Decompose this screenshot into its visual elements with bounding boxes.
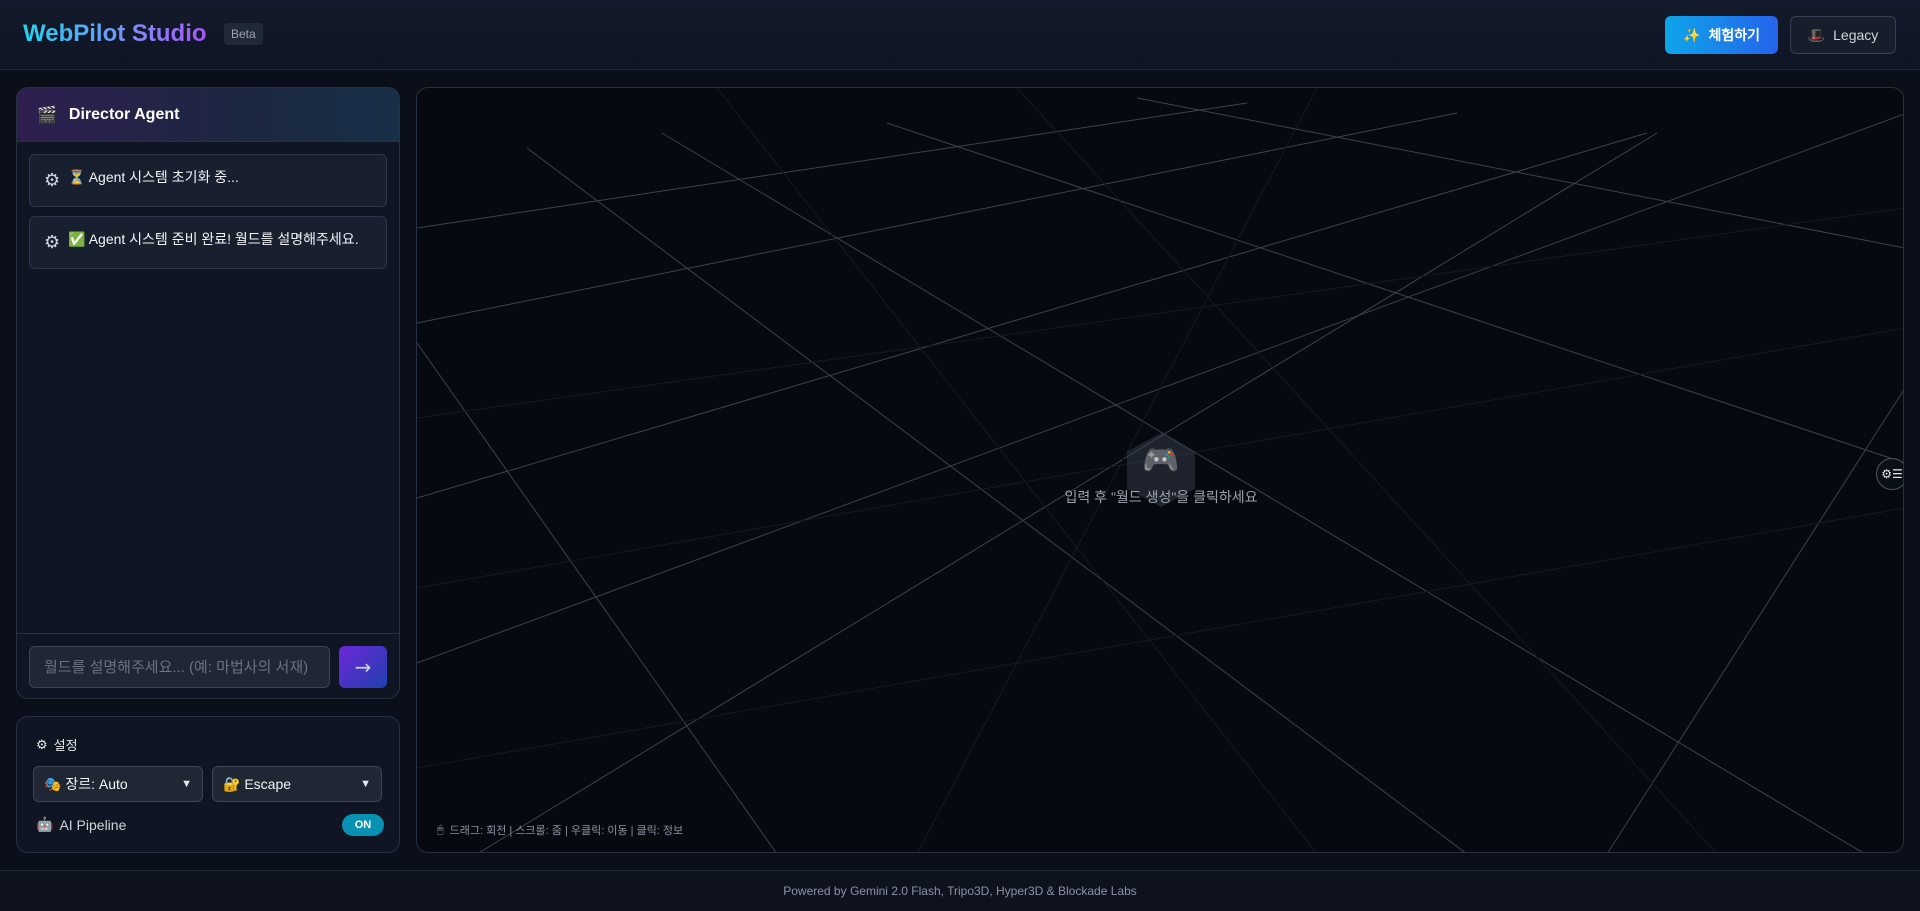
beta-badge: Beta [224, 23, 263, 45]
genre-select-value: 🎭 장르: Auto [44, 774, 128, 794]
app-header: WebPilot Studio Beta ✨ 체험하기 🎩 Legacy [0, 0, 1920, 70]
lock-key-icon: 🔐 [223, 775, 241, 792]
director-agent-panel: 🎬 Director Agent ⚙ ⏳ Agent 시스템 초기화 중... … [16, 87, 400, 699]
legacy-button-label: Legacy [1833, 27, 1879, 43]
theater-masks-icon: 🎭 [44, 776, 62, 792]
controls-hint-text: 드래그: 회전 | 스크롤: 줌 | 우클릭: 이동 | 클릭: 정보 [449, 825, 684, 837]
prompt-input-row: → [17, 633, 399, 698]
chevron-down-icon: ▼ [181, 778, 192, 790]
ai-pipeline-toggle[interactable]: ON [342, 814, 384, 836]
mode-select-label: Escape [244, 775, 292, 792]
world-viewport[interactable]: 🎮 입력 후 "월드 생성"을 클릭하세요 🖱 드래그: 회전 | 스크롤: 줌… [416, 87, 1904, 853]
sparkles-icon: ✨ [1683, 26, 1701, 43]
top-hat-icon: 🎩 [1807, 26, 1826, 43]
settings-list-icon[interactable]: ⚙☰ [1876, 458, 1903, 490]
try-button-label: 체험하기 [1708, 27, 1760, 43]
mode-select[interactable]: 🔐 Escape ▼ [212, 766, 382, 802]
clapperboard-icon: 🎬 [37, 106, 57, 124]
ai-pipeline-label: 🤖 AI Pipeline [36, 816, 126, 833]
perspective-grid [417, 88, 1903, 852]
agent-message: ⚙ ✅ Agent 시스템 준비 완료! 월드를 설명해주세요. [29, 216, 387, 269]
mouse-icon: 🖱 [437, 823, 444, 836]
agent-message-text: ⏳ Agent 시스템 초기화 중... [68, 169, 239, 185]
agent-message: ⚙ ⏳ Agent 시스템 초기화 중... [29, 154, 387, 207]
agent-panel-header: 🎬 Director Agent [17, 88, 399, 142]
footer: Powered by Gemini 2.0 Flash, Tripo3D, Hy… [0, 870, 1920, 911]
robot-icon: 🤖 [36, 816, 54, 832]
legacy-button[interactable]: 🎩 Legacy [1790, 16, 1896, 54]
agent-panel-title: Director Agent [68, 105, 180, 123]
mode-select-value: 🔐 Escape [223, 776, 291, 793]
agent-message-text: ✅ Agent 시스템 준비 완료! 월드를 설명해주세요. [68, 231, 359, 247]
settings-panel: ⚙ 설정 🎭 장르: Auto ▼ 🔐 Escape ▼ 🤖 AI Pipeli… [16, 716, 400, 853]
ai-pipeline-text: AI Pipeline [59, 816, 127, 833]
settings-title-text: 설정 [53, 738, 78, 753]
controls-hint: 🖱 드래그: 회전 | 스크롤: 줌 | 우클릭: 이동 | 클릭: 정보 [437, 822, 683, 838]
gear-icon: ⚙ [44, 170, 61, 190]
send-button[interactable]: → [339, 646, 387, 688]
chevron-down-icon: ▼ [360, 778, 371, 790]
world-description-input[interactable] [29, 646, 330, 688]
settings-title: ⚙ 설정 [36, 735, 78, 754]
gear-icon: ⚙ [36, 736, 48, 752]
try-button[interactable]: ✨ 체험하기 [1665, 16, 1778, 54]
genre-select[interactable]: 🎭 장르: Auto ▼ [33, 766, 203, 802]
app-title: WebPilot Studio [23, 20, 207, 47]
gear-icon: ⚙ [44, 232, 61, 252]
genre-select-label: 장르: Auto [65, 776, 128, 792]
footer-text: Powered by Gemini 2.0 Flash, Tripo3D, Hy… [783, 884, 1137, 898]
